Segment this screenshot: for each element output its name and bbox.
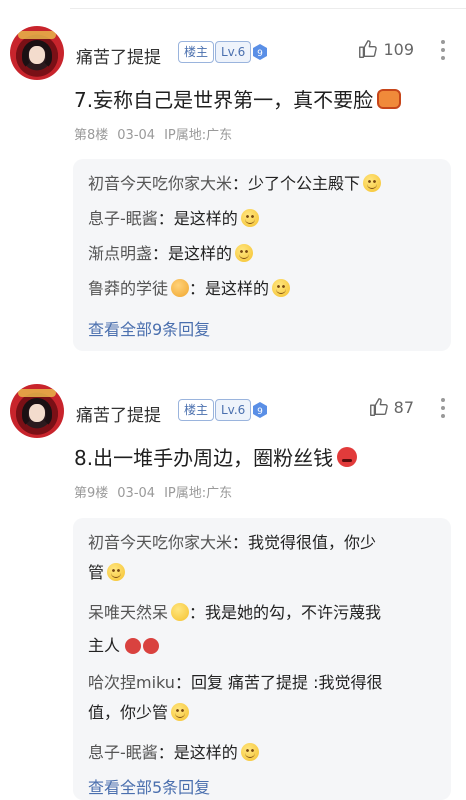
owner-badge: 楼主 [178, 399, 215, 421]
like-button[interactable]: 109 [357, 38, 414, 60]
mask-emoji-icon [377, 89, 402, 114]
smile-emoji-icon [363, 172, 382, 202]
more-options-icon[interactable] [440, 40, 446, 62]
reply-author[interactable]: 呆唯天然呆 [88, 603, 168, 622]
username[interactable]: 痛苦了提提 [76, 43, 161, 68]
thumbs-up-icon [359, 40, 378, 58]
reply-text: 主人 [88, 636, 121, 655]
reply-item[interactable]: 渐点明盏：是这样的 [88, 239, 439, 272]
reply-list: 初音今天吃你家大米：少了个公主殿下 息子-眠酱：是这样的 渐点明盏：是这样的 鲁… [73, 159, 451, 351]
floor-number: 第9楼 [74, 486, 109, 501]
reply-item[interactable]: 初音今天吃你家大米：我觉得很值，你少 管 [88, 528, 439, 591]
reply-text: 是这样的 [205, 279, 270, 298]
shrug-emoji-icon [171, 277, 190, 307]
reply-text: 管 [88, 563, 105, 582]
reply-text: 我是她的勾，不许污蔑我 [205, 603, 382, 622]
like-count: 87 [393, 397, 414, 417]
reply-item[interactable]: 鲁莽的学徒 ：是这样的 [88, 274, 439, 307]
smile-emoji-icon [272, 277, 291, 307]
smile-emoji-icon [107, 561, 126, 591]
reply-item[interactable]: 息子-眠酱：是这样的 [88, 204, 439, 237]
post-date: 03-04 [117, 128, 156, 143]
reply-text: 是这样的 [173, 209, 238, 228]
owner-badge: 楼主 [178, 41, 215, 63]
reply-text: 是这样的 [173, 743, 238, 762]
svg-text:9: 9 [257, 49, 263, 59]
sleepy-emoji-icon [171, 601, 190, 631]
reply-text: 回复 痛苦了提提 :我觉得很 [190, 673, 383, 692]
reply-author[interactable]: 息子-眠酱 [88, 743, 158, 762]
view-all-replies-link[interactable]: 查看全部9条回复 [88, 316, 210, 340]
diamond-badge-icon: 9 [253, 402, 267, 418]
diamond-badge-icon: 9 [253, 44, 267, 60]
avatar[interactable] [10, 26, 64, 80]
level-badge: Lv.6 [215, 41, 252, 63]
reply-item[interactable]: 初音今天吃你家大米：少了个公主殿下 [88, 169, 439, 202]
angry-emoji-icon [337, 447, 358, 472]
view-all-replies-link[interactable]: 查看全部5条回复 [88, 774, 210, 798]
smile-emoji-icon [235, 242, 254, 272]
like-count: 109 [383, 39, 414, 59]
svg-text:9: 9 [257, 407, 263, 417]
reply-item[interactable]: 哈次捏miku：回复 痛苦了提提 :我觉得很 值，你少管 [88, 668, 439, 731]
more-options-icon[interactable] [440, 398, 446, 420]
devil-emoji-icon [123, 634, 160, 664]
top-divider [70, 8, 466, 9]
reply-text: 我觉得很值，你少 [248, 533, 377, 552]
reply-author[interactable]: 鲁莽的学徒 [88, 279, 168, 298]
smile-emoji-icon [240, 207, 259, 237]
reply-list: 初音今天吃你家大米：我觉得很值，你少 管 呆唯天然呆 ：我是她的勾，不许污蔑我 主… [73, 518, 451, 800]
level-badge: Lv.6 [215, 399, 252, 421]
reply-author[interactable]: 初音今天吃你家大米 [88, 533, 232, 552]
smile-emoji-icon [240, 741, 259, 771]
reply-author[interactable]: 息子-眠酱 [88, 209, 158, 228]
ip-location: IP属地:广东 [164, 486, 233, 501]
reply-text: 是这样的 [168, 244, 233, 263]
reply-text: 少了个公主殿下 [248, 174, 361, 193]
comment-text: 8.出一堆手办周边，圈粉丝钱 [74, 442, 358, 472]
like-button[interactable]: 87 [368, 396, 414, 418]
ip-location: IP属地:广东 [164, 128, 233, 143]
post-date: 03-04 [117, 486, 156, 501]
reply-text: 值，你少管 [88, 703, 169, 722]
reply-author[interactable]: 哈次捏miku [88, 673, 175, 692]
reply-author[interactable]: 渐点明盏 [88, 244, 152, 263]
floor-number: 第8楼 [74, 128, 109, 143]
comment-meta: 第8楼 03-04 IP属地:广东 [74, 124, 241, 143]
comment-meta: 第9楼 03-04 IP属地:广东 [74, 482, 241, 501]
reply-author[interactable]: 初音今天吃你家大米 [88, 174, 232, 193]
thumbs-up-icon [369, 398, 388, 416]
smile-emoji-icon [171, 701, 190, 731]
reply-item[interactable]: 息子-眠酱：是这样的 [88, 738, 439, 771]
comment-text: 7.妄称自己是世界第一，真不要脸 [74, 84, 402, 114]
reply-item[interactable]: 呆唯天然呆 ：我是她的勾，不许污蔑我 主人 [88, 598, 439, 664]
avatar[interactable] [10, 384, 64, 438]
username[interactable]: 痛苦了提提 [76, 401, 161, 426]
